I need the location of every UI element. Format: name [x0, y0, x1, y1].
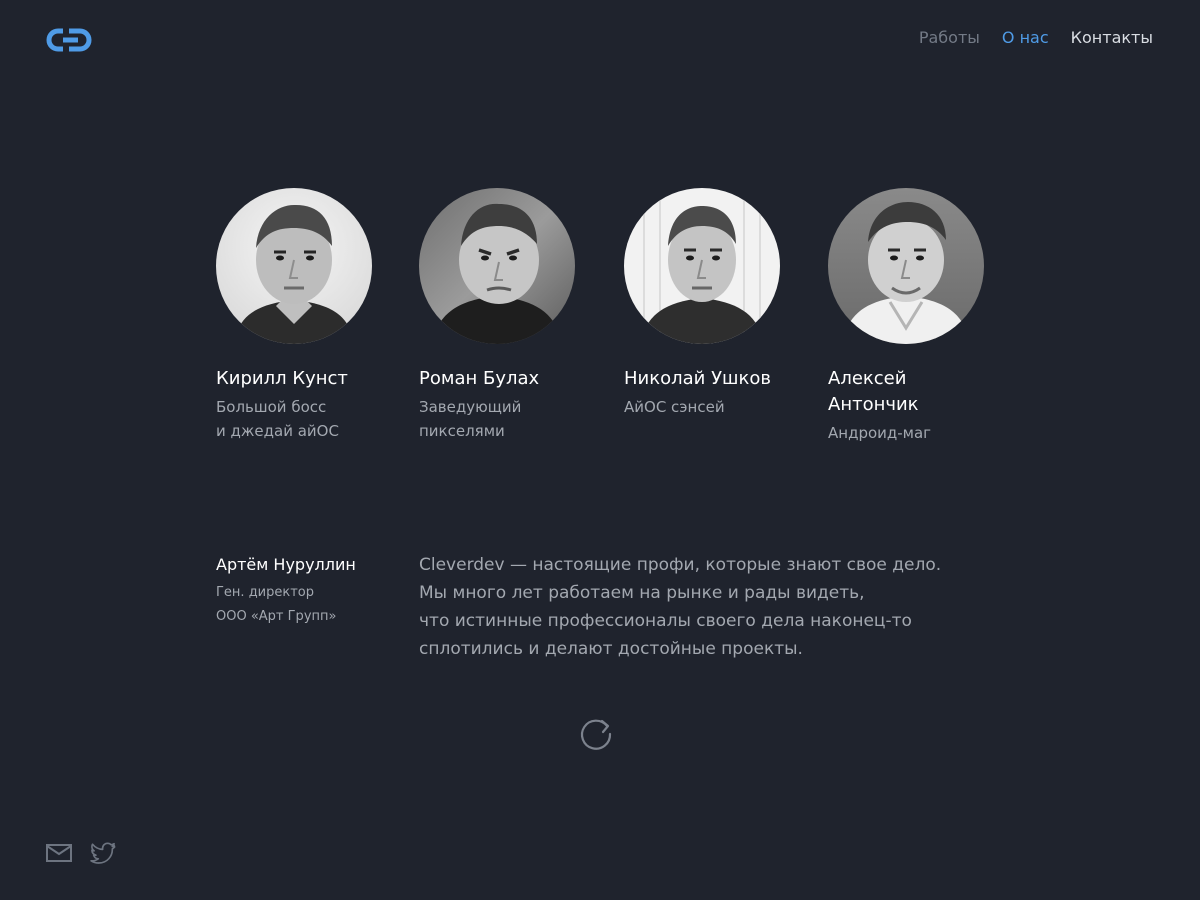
author-name: Артём Нуруллин — [216, 555, 356, 574]
top-nav: Работы О нас Контакты — [919, 28, 1153, 48]
avatar — [216, 188, 372, 344]
member-name: Николай Ушков — [624, 368, 772, 389]
member-role: Заведующий пикселями — [419, 398, 522, 440]
author-role: Ген. директор ООО «Арт Групп» — [216, 585, 337, 624]
member-role: Андроид-маг — [828, 424, 932, 442]
member-name: Кирилл Кунст — [216, 368, 348, 389]
avatar — [419, 188, 575, 344]
team-member: Алексей Антончик Андроид-маг — [828, 188, 1018, 445]
mail-icon[interactable] — [45, 840, 73, 866]
logo-icon[interactable] — [45, 26, 95, 54]
member-role: Большой босс и джедай айОС — [216, 398, 339, 440]
refresh-icon[interactable] — [576, 712, 616, 752]
member-name: Роман Булах — [419, 368, 540, 389]
team-member: Роман Булах Заведующий пикселями — [419, 188, 609, 443]
member-name: Алексей Антончик — [828, 368, 919, 415]
team-member: Николай Ушков АйОС сэнсей — [624, 188, 814, 419]
nav-works[interactable]: Работы — [919, 28, 980, 48]
team-member: Кирилл Кунст Большой босс и джедай айОС — [216, 188, 406, 443]
testimonial-quote: Cleverdev — настоящие профи, которые зна… — [419, 555, 942, 659]
avatar — [624, 188, 780, 344]
footer-links — [45, 840, 117, 866]
testimonial-author: Артём Нуруллин Ген. директор ООО «Арт Гр… — [216, 553, 396, 629]
twitter-icon[interactable] — [89, 840, 117, 866]
nav-contacts[interactable]: Контакты — [1071, 28, 1153, 48]
nav-about[interactable]: О нас — [1002, 28, 1049, 48]
avatar — [828, 188, 984, 344]
member-role: АйОС сэнсей — [624, 398, 725, 416]
